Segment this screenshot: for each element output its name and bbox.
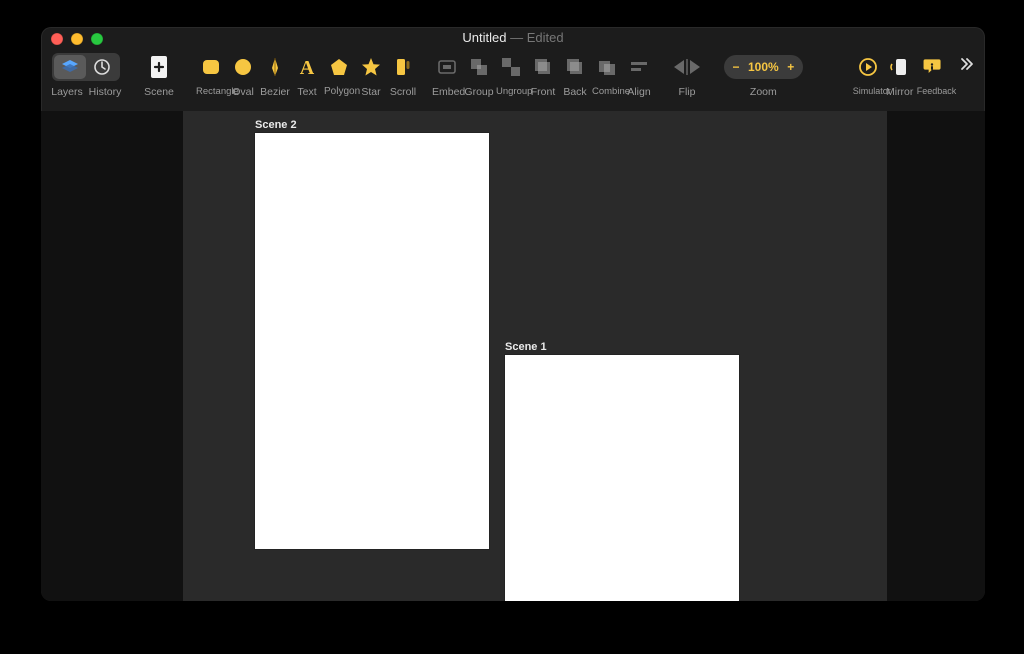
scene-label: Scene — [144, 86, 174, 98]
scene-1-artboard[interactable] — [505, 355, 739, 601]
scroll-icon — [392, 56, 414, 78]
document-status: — Edited — [510, 30, 564, 45]
ungroup-label: Ungroup — [496, 86, 526, 98]
embed-icon — [436, 56, 458, 78]
zoom-in-button[interactable]: + — [785, 60, 797, 74]
canvas-area[interactable]: Scene 2 Scene 1 — [183, 111, 887, 601]
feedback-button[interactable] — [917, 52, 947, 82]
feedback-icon — [921, 56, 943, 78]
polygon-tool[interactable] — [324, 52, 354, 82]
bezier-label: Bezier — [260, 86, 290, 98]
fullscreen-window-button[interactable] — [91, 33, 103, 45]
app-window: Untitled — Edited — [41, 27, 985, 601]
scroll-tool[interactable] — [388, 52, 418, 82]
titlebar: Untitled — Edited — [41, 27, 985, 49]
flip-button[interactable] — [668, 52, 706, 82]
align-label: Align — [624, 86, 654, 98]
window-controls — [51, 33, 103, 45]
scene-1-label[interactable]: Scene 1 — [505, 341, 547, 353]
oval-icon — [232, 56, 254, 78]
simulator-button[interactable] — [853, 52, 883, 82]
close-window-button[interactable] — [51, 33, 63, 45]
document-title: Untitled — [462, 30, 506, 45]
clock-icon — [92, 57, 112, 77]
rectangle-tool[interactable] — [196, 52, 226, 82]
polygon-icon — [328, 56, 350, 78]
mirror-button[interactable] — [885, 52, 915, 82]
text-icon: A — [296, 56, 318, 78]
back-label: Back — [560, 86, 590, 98]
front-label: Front — [528, 86, 558, 98]
toolbar-overflow-button[interactable] — [957, 51, 977, 71]
oval-tool[interactable] — [228, 52, 258, 82]
back-button[interactable] — [560, 52, 590, 82]
mirror-icon — [889, 56, 911, 78]
front-button[interactable] — [528, 52, 558, 82]
combine-icon — [596, 56, 618, 78]
align-icon — [628, 56, 650, 78]
combine-label: Combine — [592, 86, 622, 98]
zoom-out-button[interactable]: − — [730, 60, 742, 74]
minimize-window-button[interactable] — [71, 33, 83, 45]
flip-label: Flip — [668, 86, 706, 98]
zoom-label: Zoom — [730, 86, 796, 98]
add-scene-button[interactable] — [144, 52, 174, 82]
group-label: Group — [464, 86, 494, 98]
history-label: History — [88, 86, 122, 98]
oval-label: Oval — [228, 86, 258, 98]
chevron-double-right-icon — [960, 57, 974, 71]
left-gutter — [41, 111, 183, 601]
bezier-tool[interactable] — [260, 52, 290, 82]
ungroup-button[interactable] — [496, 52, 526, 82]
embed-label: Embed — [432, 86, 462, 98]
zoom-control: − 100% + — [724, 55, 803, 79]
mirror-label: Mirror — [885, 86, 915, 98]
back-icon — [564, 56, 586, 78]
feedback-label: Feedback — [917, 86, 947, 98]
star-icon — [360, 56, 382, 78]
simulator-label: Simulator — [853, 86, 883, 98]
panel-segmented-control — [52, 53, 120, 81]
layers-tab[interactable] — [54, 55, 86, 79]
group-icon — [468, 56, 490, 78]
history-tab[interactable] — [86, 55, 118, 79]
combine-button[interactable] — [592, 52, 622, 82]
flip-icon — [672, 57, 702, 77]
play-circle-icon — [857, 56, 879, 78]
front-icon — [532, 56, 554, 78]
toolbar: Layers History Scene — [41, 49, 985, 109]
text-tool[interactable]: A — [292, 52, 322, 82]
rectangle-label: Rectangle — [196, 86, 226, 98]
scene-2-artboard[interactable] — [255, 133, 489, 549]
bezier-icon — [264, 56, 286, 78]
embed-button[interactable] — [432, 52, 462, 82]
star-label: Star — [356, 86, 386, 98]
ungroup-icon — [500, 56, 522, 78]
polygon-label: Polygon — [324, 86, 354, 98]
layers-label: Layers — [50, 86, 84, 98]
layers-icon — [60, 58, 80, 76]
workspace: Scene 2 Scene 1 — [41, 111, 985, 601]
text-label: Text — [292, 86, 322, 98]
scroll-label: Scroll — [388, 86, 418, 98]
star-tool[interactable] — [356, 52, 386, 82]
scene-plus-icon — [148, 54, 170, 80]
align-button[interactable] — [624, 52, 654, 82]
zoom-value[interactable]: 100% — [748, 60, 779, 74]
rectangle-icon — [200, 56, 222, 78]
right-gutter — [887, 111, 985, 601]
scene-2-label[interactable]: Scene 2 — [255, 119, 297, 131]
svg-text:A: A — [300, 57, 315, 78]
group-button[interactable] — [464, 52, 494, 82]
